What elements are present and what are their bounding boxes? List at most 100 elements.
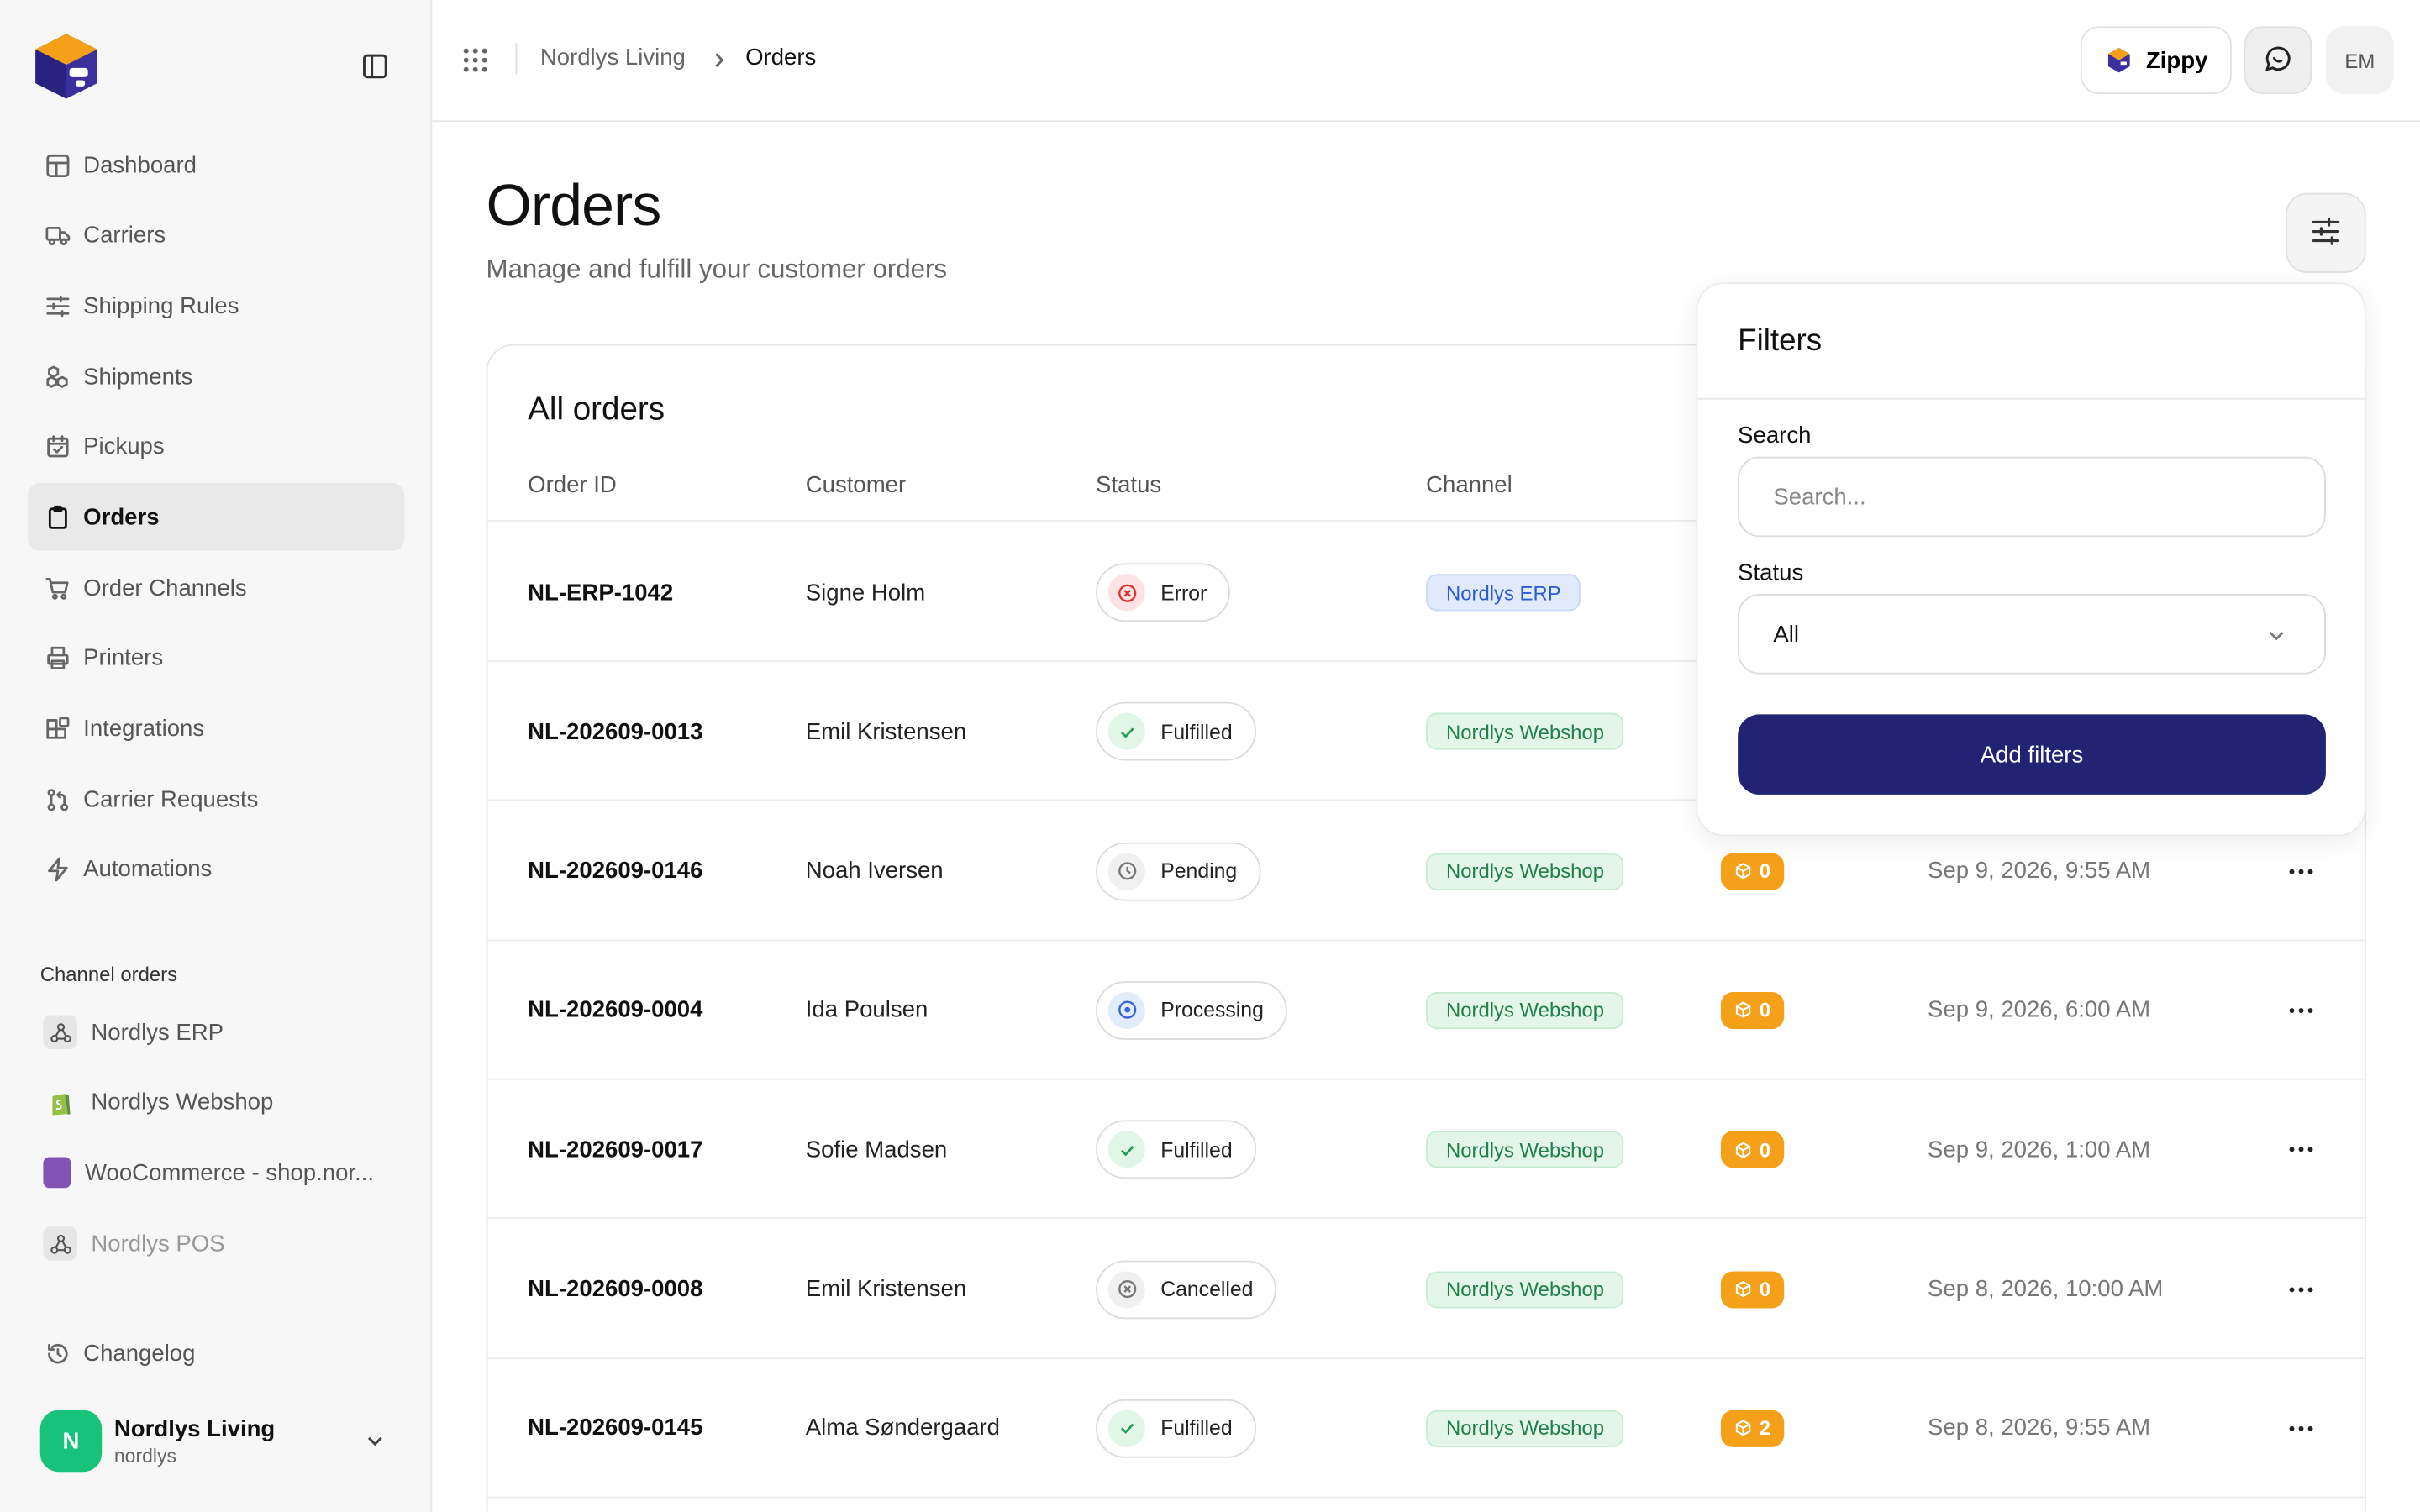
sidebar-item-automations[interactable]: Automations	[28, 836, 404, 904]
channel-badge: Nordlys Webshop	[1426, 1270, 1624, 1308]
more-horizontal-icon[interactable]	[2282, 853, 2319, 890]
customer-name: Alma Søndergaard	[805, 1415, 1001, 1442]
zippy-assistant-button[interactable]: Zippy	[2080, 26, 2232, 95]
sidebar-item-carriers[interactable]: Carriers	[28, 202, 404, 270]
more-horizontal-icon[interactable]	[2282, 992, 2319, 1029]
user-avatar[interactable]: EM	[2325, 26, 2394, 95]
table-row[interactable]: NL-202609-0004 Ida Poulsen Processing Nordl…	[487, 941, 2365, 1080]
page-title: Orders	[486, 174, 662, 239]
sidebar-item-label: Pickups	[83, 433, 165, 460]
sidebar-item-shipping-rules[interactable]: Shipping Rules	[28, 272, 404, 340]
shopify-icon	[43, 1085, 76, 1119]
account-avatar: N	[39, 1410, 103, 1473]
table-row[interactable]: NL-202609-0017 Sofie Madsen Fulfilled Nordl…	[487, 1080, 2365, 1220]
x-circle-icon	[1107, 1270, 1145, 1308]
customer-name: Emil Kristensen	[805, 1275, 967, 1303]
sidebar-item-label: Printers	[83, 645, 164, 672]
page-subtitle: Manage and fulfill your customer orders	[486, 255, 947, 284]
order-id[interactable]: NL-202609-0008	[528, 1220, 702, 1358]
column-header-order-id[interactable]: Order ID	[528, 472, 617, 498]
customer-name: Sofie Madsen	[805, 1137, 948, 1163]
customer-name: Emil Kristensen	[805, 718, 967, 745]
more-horizontal-icon[interactable]	[2282, 1271, 2319, 1308]
sidebar-item-carrier-requests[interactable]: Carrier Requests	[28, 765, 404, 833]
topbar: Nordlys Living Orders Zippy EM	[432, 0, 2420, 123]
order-id[interactable]: NL-202609-0017	[528, 1080, 702, 1219]
brand-logo[interactable]	[28, 28, 105, 105]
account-name: Nordlys Living	[113, 1415, 276, 1442]
sidebar-item-printers[interactable]: Printers	[28, 625, 404, 693]
status-badge: Fulfilled	[1096, 1120, 1256, 1179]
channel-item-nordlys-erp[interactable]: Nordlys ERP	[28, 998, 404, 1066]
sidebar-item-dashboard[interactable]: Dashboard	[28, 131, 404, 199]
channel-badge: Nordlys Webshop	[1426, 1410, 1624, 1447]
cart-icon	[43, 574, 71, 601]
order-id[interactable]: NL-ERP-1042	[528, 523, 673, 662]
chevron-down-icon	[364, 1431, 386, 1452]
topbar-divider	[515, 43, 518, 75]
more-horizontal-icon[interactable]	[2282, 1131, 2319, 1168]
column-header-customer[interactable]: Customer	[806, 472, 906, 498]
zippy-label: Zippy	[2145, 47, 2208, 74]
table-row[interactable]: NL-202609-0145 Alma Søndergaard Fulfilled N…	[487, 1359, 2365, 1499]
printer-icon	[43, 644, 71, 672]
channel-item-woocommerce-shop-nor[interactable]: WooCommerce - shop.nor...	[28, 1139, 404, 1207]
package-icon	[1735, 1420, 1751, 1437]
package-count: 0	[1759, 1137, 1771, 1162]
chat-button[interactable]	[2244, 26, 2312, 95]
order-date: Sep 8, 2026, 10:00 AM	[1928, 1275, 2164, 1303]
order-id[interactable]: NL-202609-0146	[528, 801, 702, 940]
breadcrumb-workspace[interactable]: Nordlys Living	[540, 45, 686, 71]
apps-grid-icon[interactable]	[461, 46, 489, 74]
check-icon	[1107, 1410, 1145, 1447]
sidebar-item-changelog[interactable]: Changelog	[28, 1319, 404, 1387]
sidebar-item-label: Carriers	[83, 222, 166, 249]
channel-item-label: Nordlys POS	[91, 1230, 225, 1257]
x-circle-icon	[1107, 574, 1145, 612]
channel-item-label: Nordlys ERP	[91, 1019, 224, 1046]
sidebar-item-shipments[interactable]: Shipments	[28, 343, 404, 411]
zippy-logo-icon	[2104, 46, 2132, 74]
sidebar-toggle-icon[interactable]	[360, 51, 391, 82]
customer-name: Noah Iversen	[805, 858, 944, 885]
truck-icon	[43, 222, 71, 249]
status-select[interactable]: All	[1738, 594, 2326, 675]
package-count-badge: 2	[1720, 1410, 1785, 1447]
column-header-status[interactable]: Status	[1096, 472, 1161, 498]
zap-icon	[43, 856, 71, 884]
channel-item-label: WooCommerce - shop.nor...	[85, 1159, 375, 1187]
channel-item-nordlys-pos[interactable]: Nordlys POS	[28, 1210, 404, 1278]
order-date: Sep 8, 2026, 9:55 AM	[1928, 1415, 2151, 1442]
filters-divider	[1697, 397, 2365, 400]
message-circle-icon	[2263, 43, 2294, 78]
status-text: Fulfilled	[1160, 1416, 1233, 1441]
column-header-channel[interactable]: Channel	[1426, 472, 1512, 498]
sidebar-item-order-channels[interactable]: Order Channels	[28, 554, 404, 622]
account-switcher[interactable]: N Nordlys Living nordlys	[28, 1396, 404, 1486]
package-count-badge: 0	[1720, 1270, 1785, 1308]
search-input[interactable]	[1738, 456, 2326, 538]
main-nav: Dashboard Carriers Shipping Rules Shipments…	[28, 131, 405, 906]
circle-dot-icon	[1107, 991, 1145, 1029]
package-icon	[1735, 1142, 1751, 1158]
sidebar-item-pickups[interactable]: Pickups	[28, 413, 404, 481]
order-id[interactable]: NL-202609-0013	[528, 662, 702, 801]
status-text: Processing	[1160, 999, 1264, 1022]
channel-item-nordlys-webshop[interactable]: Nordlys Webshop	[28, 1068, 404, 1137]
filter-toggle-button[interactable]	[2286, 192, 2366, 274]
search-label: Search	[1738, 423, 1812, 449]
more-horizontal-icon[interactable]	[2282, 1410, 2319, 1446]
channel-badge: Nordlys Webshop	[1426, 713, 1624, 751]
package-icon	[1735, 1280, 1751, 1298]
order-id[interactable]: NL-202609-0145	[528, 1359, 702, 1498]
status-badge: Processing	[1096, 980, 1287, 1040]
package-count: 2	[1759, 1416, 1771, 1441]
status-text: Pending	[1160, 859, 1238, 883]
sidebar-item-integrations[interactable]: Integrations	[28, 695, 404, 763]
sidebar-item-orders[interactable]: Orders	[28, 483, 405, 552]
order-id[interactable]: NL-202609-0004	[528, 941, 702, 1079]
table-row[interactable]: NL-202609-0008 Emil Kristensen Cancelled No…	[487, 1220, 2365, 1359]
sidebar-item-label: Integrations	[83, 716, 205, 743]
sidebar-item-label: Order Channels	[83, 575, 247, 601]
add-filters-button[interactable]: Add filters	[1738, 714, 2326, 795]
